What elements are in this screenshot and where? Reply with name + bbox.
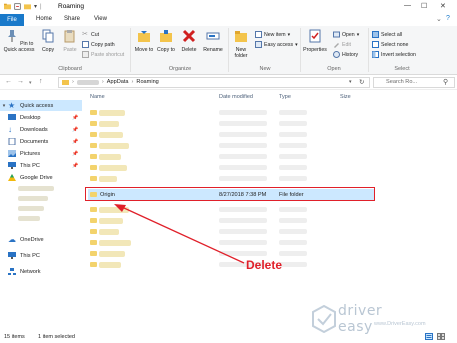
large-icons-view-icon[interactable] xyxy=(437,333,445,340)
watermark-brand: driver easy xyxy=(338,303,383,335)
annotation-arrow xyxy=(114,204,245,264)
details-view-icon[interactable] xyxy=(425,333,433,340)
watermark: driver easy www.DriverEasy.com xyxy=(312,303,426,335)
watermark-url: www.DriverEasy.com xyxy=(374,321,426,327)
annotation-label: Delete xyxy=(246,258,283,272)
status-item-count: 15 items xyxy=(4,334,25,340)
driver-easy-logo-icon xyxy=(312,304,336,334)
status-selection: 1 item selected xyxy=(38,334,75,340)
status-bar: 15 items 1 item selected xyxy=(0,331,457,343)
